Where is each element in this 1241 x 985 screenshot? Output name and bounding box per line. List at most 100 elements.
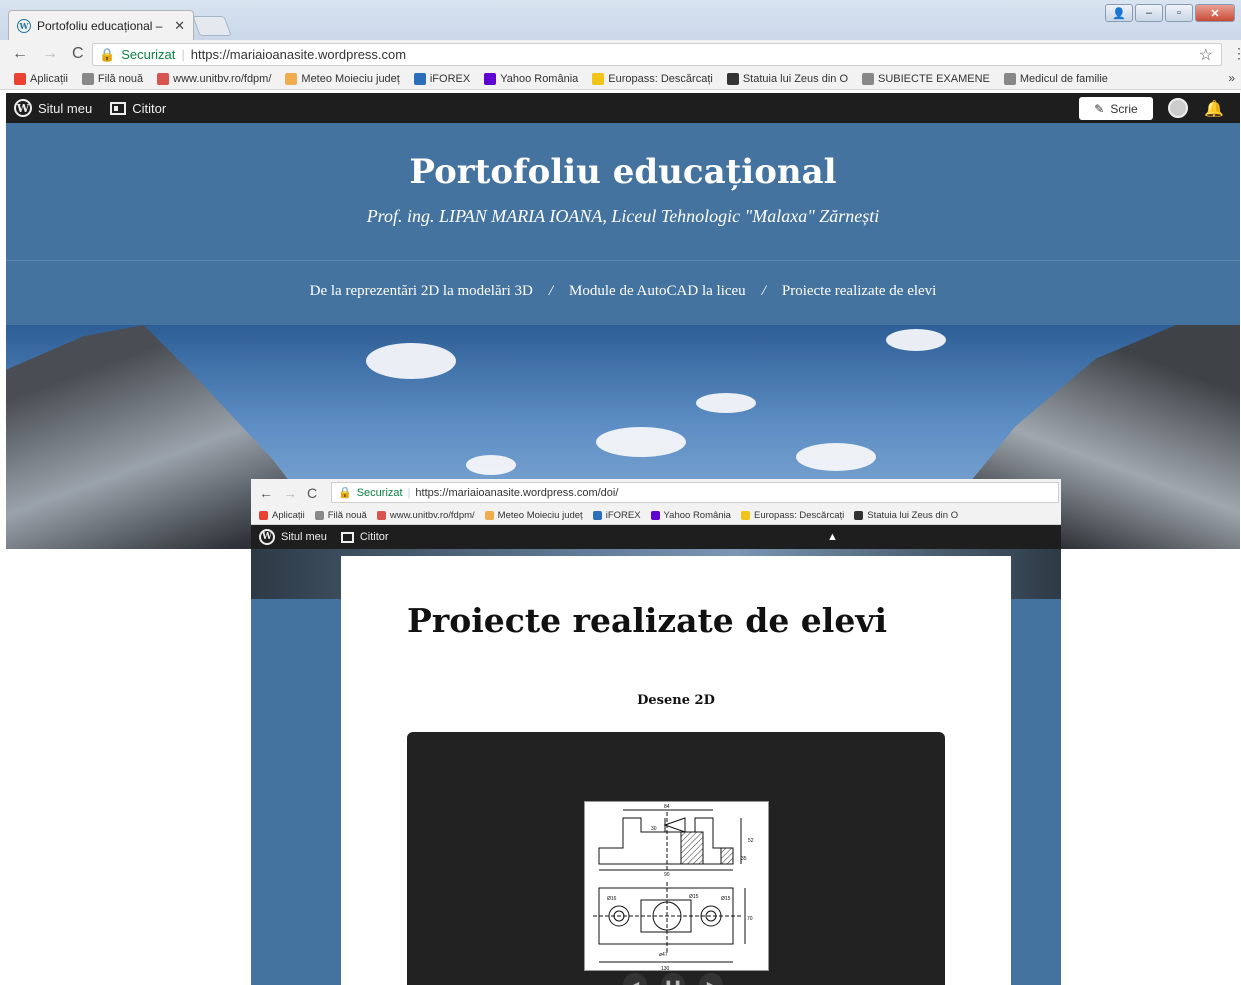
bookmark-label: www.unitbv.ro/fdpm/: [389, 509, 475, 521]
collapse-arrow-icon[interactable]: ▲: [827, 531, 839, 543]
cloud: [886, 329, 946, 351]
bookmark-item[interactable]: SUBIECTE EXAMENE: [862, 72, 990, 85]
wordpress-icon: W: [17, 18, 31, 33]
bookmark-item[interactable]: iFOREX: [413, 72, 470, 85]
notifications-icon[interactable]: 🔔: [1204, 99, 1224, 118]
technical-drawing-image[interactable]: 84 90 130 Ø16 Ø15 Ø15 35 30 52 70 ø47: [584, 801, 769, 972]
pause-icon[interactable]: ❚❚: [661, 973, 685, 985]
security-label: Securizat: [356, 486, 403, 499]
dim-label: Ø15: [689, 894, 699, 900]
my-site-link[interactable]: W Situl meu: [14, 99, 92, 117]
site-title[interactable]: Portofoliu educațional: [6, 152, 1240, 192]
wp-admin-bar: W Situl meu Cititor: [6, 93, 1240, 123]
my-site-link[interactable]: W Situl meu: [259, 529, 327, 545]
browser-menu-icon[interactable]: ⋮: [1232, 45, 1241, 62]
reader-link[interactable]: Cititor: [110, 101, 166, 116]
bookmark-label: Aplicații: [30, 72, 68, 85]
new-tab-button[interactable]: [192, 16, 232, 36]
forward-icon[interactable]: →: [283, 485, 297, 501]
bookmark-star-icon[interactable]: ☆: [1199, 45, 1213, 65]
bookmark-item[interactable]: iFOREX: [592, 509, 641, 521]
dim-label: Ø16: [607, 896, 617, 902]
bookmark-item[interactable]: Filă nouă: [81, 72, 143, 85]
bookmark-icon: [726, 72, 739, 85]
dim-label: 70: [747, 916, 753, 922]
bookmark-label: Europass: Descărcați: [753, 509, 845, 521]
security-label: Securizat: [121, 47, 176, 62]
page-title: Proiecte realizate de elevi: [407, 601, 888, 640]
reload-icon[interactable]: C: [72, 45, 84, 63]
bookmark-icon: [14, 72, 26, 85]
bookmark-label: Yahoo România: [500, 72, 579, 85]
bookmark-icon: [862, 72, 874, 85]
site-tagline: Prof. ing. LIPAN MARIA IOANA, Liceul Teh…: [366, 206, 880, 226]
bookmark-label: iFOREX: [605, 509, 641, 521]
bookmark-item[interactable]: Statuia lui Zeus din O: [726, 72, 848, 85]
bookmark-item[interactable]: www.unitbv.ro/fdpm/: [157, 72, 272, 85]
reload-icon[interactable]: C: [307, 485, 317, 501]
bookmark-icon: [376, 510, 386, 520]
minimize-button[interactable]: –: [1135, 4, 1163, 22]
dim-label: 35: [741, 856, 747, 862]
bookmark-item[interactable]: Filă nouă: [314, 509, 367, 521]
bookmark-item[interactable]: Europass: Descărcați: [740, 509, 845, 521]
previous-icon[interactable]: ◀: [623, 973, 647, 985]
forward-icon[interactable]: →: [42, 45, 58, 63]
bookmark-item[interactable]: Meteo Moieciu județ: [484, 509, 583, 521]
cloud: [366, 343, 456, 379]
bookmarks-bar: Aplicații Filă nouă www.unitbv.ro/fdpm/Met…: [0, 68, 1241, 90]
cloud: [596, 427, 686, 457]
bookmark-label: www.unitbv.ro/fdpm/: [173, 72, 272, 85]
nav-separator: /: [548, 283, 554, 299]
bookmark-item[interactable]: Yahoo România: [484, 72, 579, 85]
nav-item-autocad[interactable]: Module de AutoCAD la liceu: [569, 283, 746, 300]
maximize-button[interactable]: ▫: [1165, 4, 1193, 22]
nav-item-proiecte[interactable]: Proiecte realizate de elevi: [782, 283, 937, 300]
bookmark-item[interactable]: Yahoo România: [650, 510, 731, 521]
bookmark-item[interactable]: Aplicații: [14, 72, 68, 85]
slideshow-controls: ◀ ❚❚ ▶: [623, 973, 723, 985]
window-controls: 👤 – ▫ ✕: [1105, 4, 1235, 22]
bookmark-item[interactable]: Medicul de familie: [1003, 72, 1108, 85]
tab-close-icon[interactable]: ✕: [174, 18, 185, 34]
bookmark-item[interactable]: Statuia lui Zeus din O: [854, 510, 958, 521]
write-button[interactable]: ✎ Scrie: [1079, 97, 1153, 120]
back-icon[interactable]: ←: [12, 45, 28, 63]
next-icon[interactable]: ▶: [699, 973, 723, 985]
user-icon[interactable]: 👤: [1105, 4, 1133, 22]
bookmark-icon: [259, 510, 268, 520]
tab-title: Portofoliu educațional –: [37, 18, 163, 33]
bookmark-icon: [592, 72, 605, 85]
bookmark-label: Filă nouă: [327, 509, 367, 521]
bookmark-label: Medicul de familie: [1019, 72, 1108, 85]
reader-link[interactable]: Cititor: [340, 531, 389, 543]
back-icon[interactable]: ←: [259, 485, 273, 501]
address-bar[interactable]: 🔒 Securizat | https://mariaioanasite.wor…: [92, 43, 1222, 66]
bookmark-item[interactable]: Aplicații: [259, 510, 305, 521]
bookmark-label: Europass: Descărcați: [608, 72, 713, 85]
bookmark-label: Meteo Moieciu județ: [497, 509, 583, 521]
bookmark-icon: [285, 72, 298, 85]
reader-icon: [110, 101, 127, 115]
more-bookmarks-icon[interactable]: »: [1228, 71, 1235, 85]
address-bar-2[interactable]: 🔒 Securizat | https://mariaioanasite.wor…: [331, 482, 1059, 503]
bookmark-icon: [854, 510, 864, 520]
bookmark-icon: [740, 510, 750, 520]
url-text: https://mariaioanasite.wordpress.com/doi…: [415, 486, 619, 499]
bookmark-icon: [413, 72, 426, 85]
bookmark-item[interactable]: Meteo Moieciu județ: [285, 72, 400, 85]
browser-tab[interactable]: W Portofoliu educațional – ✕: [8, 10, 194, 40]
bookmark-icon: [157, 72, 170, 85]
cloud: [466, 455, 516, 475]
edit-icon: ✎: [1094, 101, 1105, 116]
bookmark-item[interactable]: www.unitbv.ro/fdpm/: [376, 509, 475, 521]
nav-item-2d-3d[interactable]: De la reprezentări 2D la modelări 3D: [310, 283, 533, 300]
my-site-label: Situl meu: [281, 531, 327, 543]
cloud: [696, 393, 756, 413]
reader-label: Cititor: [359, 531, 389, 543]
avatar[interactable]: [1168, 98, 1188, 118]
bookmark-item[interactable]: Europass: Descărcați: [592, 72, 713, 85]
close-window-button[interactable]: ✕: [1195, 4, 1235, 22]
bookmark-icon: [484, 510, 494, 520]
dim-label: Ø15: [721, 896, 731, 902]
